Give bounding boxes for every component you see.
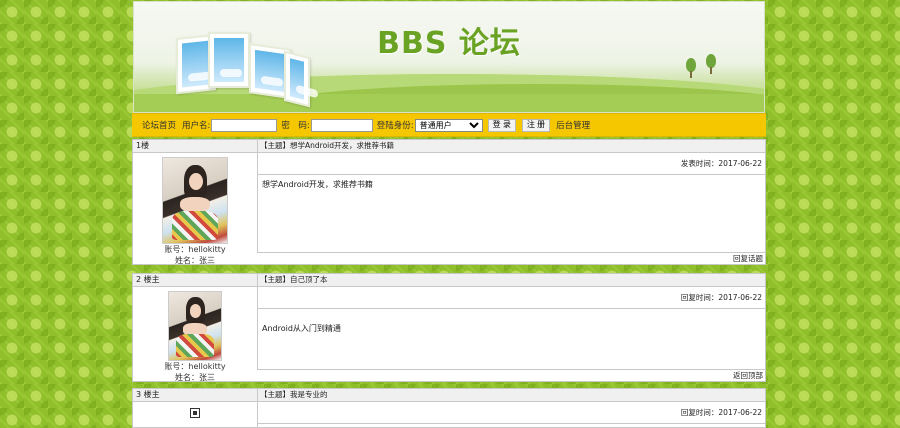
post-2: 2 楼主 账号：hellokitty 姓名：张三 【主题】自己顶了本 回复时间：… (132, 273, 766, 382)
username-label: 用户名: (182, 121, 211, 131)
name-line: 姓名：张三 (133, 372, 257, 383)
broken-image-icon (190, 408, 200, 418)
banner-ground (134, 94, 764, 112)
username-input[interactable] (211, 118, 278, 132)
author-panel: 1楼 账号：hellokitty 姓名：张三 (132, 139, 258, 265)
avatar (168, 291, 222, 361)
floor-number: 3 楼主 (133, 389, 257, 402)
post-content: Android从入门到精通 (262, 324, 341, 333)
subject-text: 自己顶了本 (290, 275, 328, 284)
account-value: hellokitty (188, 362, 226, 371)
page-container: BBS 论坛 论坛首页 用户名: 密 码: 登陆身份: 普通用户 登 录 注 册… (132, 0, 766, 428)
post-1: 1楼 账号：hellokitty 姓名：张三 【主题】想学Android开发，求… (132, 139, 766, 265)
login-toolbar: 论坛首页 用户名: 密 码: 登陆身份: 普通用户 登 录 注 册 后台管理 (132, 113, 766, 137)
post-time: 发表时间：2017-06-22 (258, 153, 765, 175)
post-subject: 【主题】我是专业的 (258, 389, 765, 402)
time-label: 发表时间： (680, 159, 719, 168)
author-panel: 2 楼主 账号：hellokitty 姓名：张三 (132, 273, 258, 382)
avatar (162, 157, 228, 244)
account-label: 账号： (164, 362, 189, 371)
post-subject: 【主题】自己顶了本 (258, 274, 765, 287)
name-label: 姓名： (175, 373, 199, 382)
account-line: 账号：hellokitty (133, 361, 257, 372)
subject-tag: 【主题】 (260, 141, 290, 150)
reply-topic-link[interactable]: 回复话题 (257, 252, 765, 264)
site-banner: BBS 论坛 (133, 1, 765, 113)
post-time: 回复时间：2017-06-22 (258, 402, 765, 424)
password-label: 密 码: (281, 121, 310, 131)
author-info (133, 402, 257, 420)
password-input[interactable] (310, 118, 373, 132)
name-value: 张三 (199, 373, 215, 382)
register-button[interactable]: 注 册 (521, 118, 551, 132)
author-info: 账号：hellokitty 姓名：张三 (133, 157, 257, 266)
post-subject: 【主题】想学Android开发，求推荐书籍 (258, 140, 765, 153)
login-button[interactable]: 登 录 (487, 118, 516, 132)
post-content: 想学Android开发，求推荐书籍 (262, 180, 373, 189)
post-3: 3 楼主 【主题】我是专业的 回复时间：2017-06-22 (132, 388, 766, 428)
time-value: 2017-06-22 (718, 408, 762, 417)
role-label: 登陆身份: (376, 121, 414, 131)
floor-number: 1楼 (133, 140, 257, 153)
name-line: 姓名：张三 (133, 255, 257, 266)
account-line: 账号：hellokitty (133, 244, 257, 255)
back-to-top-link[interactable]: 返回顶部 (257, 369, 765, 381)
account-value: hellokitty (188, 245, 226, 254)
author-info: 账号：hellokitty 姓名：张三 (133, 291, 257, 383)
time-value: 2017-06-22 (718, 159, 762, 168)
post-time: 回复时间：2017-06-22 (258, 287, 765, 309)
floor-number: 2 楼主 (133, 274, 257, 287)
subject-text: 我是专业的 (290, 390, 328, 399)
post-body: 【主题】想学Android开发，求推荐书籍 发表时间：2017-06-22 想学… (257, 139, 766, 265)
admin-link[interactable]: 后台管理 (556, 119, 590, 131)
site-title: BBS 论坛 (377, 26, 521, 61)
subject-tag: 【主题】 (260, 275, 290, 284)
post-body: 【主题】我是专业的 回复时间：2017-06-22 (258, 388, 766, 428)
account-label: 账号： (164, 245, 189, 254)
post-body: 【主题】自己顶了本 回复时间：2017-06-22 Android从入门到精通 … (257, 273, 766, 382)
author-panel: 3 楼主 (132, 388, 258, 428)
role-select[interactable]: 普通用户 (414, 118, 483, 132)
time-value: 2017-06-22 (718, 293, 762, 302)
subject-tag: 【主题】 (260, 390, 290, 399)
subject-text: 想学Android开发，求推荐书籍 (290, 141, 394, 150)
home-link[interactable]: 论坛首页 (142, 119, 176, 131)
time-label: 回复时间： (680, 408, 719, 417)
name-label: 姓名： (175, 256, 199, 265)
time-label: 回复时间： (680, 293, 719, 302)
name-value: 张三 (199, 256, 215, 265)
